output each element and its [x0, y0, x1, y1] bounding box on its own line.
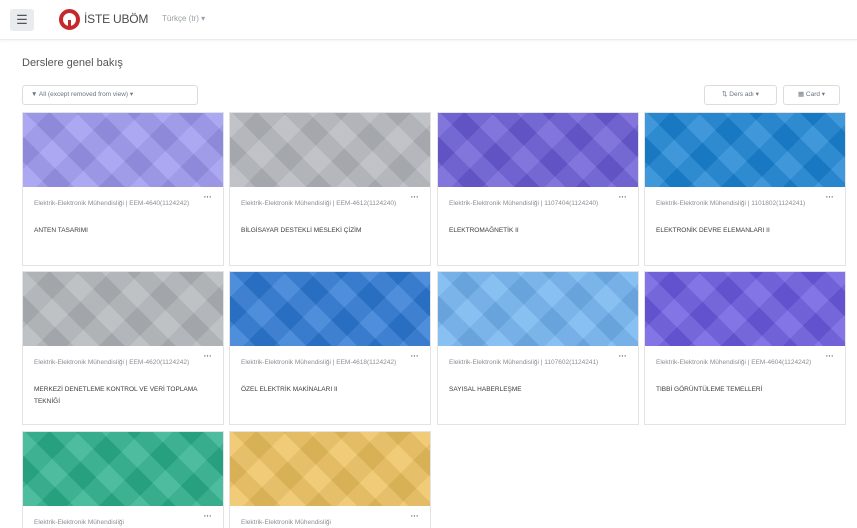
- course-image[interactable]: [230, 113, 430, 187]
- course-image[interactable]: [23, 432, 223, 506]
- course-image[interactable]: [438, 272, 638, 346]
- course-actions-menu[interactable]: ···: [203, 191, 212, 203]
- course-card[interactable]: Elektrik-Elektronik Mühendisliği ···: [229, 431, 431, 528]
- course-name-link[interactable]: MERKEZİ DENETLEME KONTROL VE VERİ TOPLAM…: [34, 384, 204, 408]
- course-name-link[interactable]: SAYISAL HABERLEŞME: [449, 384, 619, 396]
- course-image[interactable]: [645, 113, 845, 187]
- course-image[interactable]: [438, 113, 638, 187]
- course-category: Elektrik-Elektronik Mühendisliği | EEM-4…: [34, 359, 190, 366]
- site-name[interactable]: İSTE UBÖM: [84, 12, 148, 26]
- language-dropdown[interactable]: Türkçe (tr) ▾: [162, 14, 205, 23]
- course-image[interactable]: [645, 272, 845, 346]
- course-card[interactable]: Elektrik-Elektronik Mühendisliği | EEM-4…: [229, 112, 431, 266]
- course-actions-menu[interactable]: ···: [825, 191, 834, 203]
- course-category: Elektrik-Elektronik Mühendisliği | 11018…: [656, 200, 806, 207]
- course-actions-menu[interactable]: ···: [203, 350, 212, 362]
- sort-dropdown[interactable]: ⇅ Ders adı ▾: [704, 85, 777, 105]
- course-name-link[interactable]: ÖZEL ELEKTRİK MAKİNALARI II: [241, 384, 411, 396]
- course-category: Elektrik-Elektronik Mühendisliği | EEM-4…: [241, 200, 397, 207]
- course-category: Elektrik-Elektronik Mühendisliği | 11074…: [449, 200, 599, 207]
- course-card[interactable]: Elektrik-Elektronik Mühendisliği | 11076…: [437, 271, 639, 425]
- course-card[interactable]: Elektrik-Elektronik Mühendisliği | 11074…: [437, 112, 639, 266]
- course-card[interactable]: Elektrik-Elektronik Mühendisliği | 11018…: [644, 112, 846, 266]
- course-actions-menu[interactable]: ···: [203, 510, 212, 522]
- course-image[interactable]: [23, 272, 223, 346]
- course-name-link[interactable]: ELEKTROMAĞNETİK II: [449, 225, 619, 237]
- menu-icon[interactable]: ☰: [10, 9, 34, 31]
- course-filter-dropdown[interactable]: ▼ All (except removed from view) ▾: [22, 85, 198, 105]
- view-mode-dropdown[interactable]: ▦ Card ▾: [783, 85, 840, 105]
- course-actions-menu[interactable]: ···: [618, 191, 627, 203]
- course-actions-menu[interactable]: ···: [410, 191, 419, 203]
- page-title: Derslere genel bakış: [22, 57, 123, 69]
- course-actions-menu[interactable]: ···: [618, 350, 627, 362]
- course-card[interactable]: Elektrik-Elektronik Mühendisliği | EEM-4…: [22, 271, 224, 425]
- course-card[interactable]: Elektrik-Elektronik Mühendisliği ···: [22, 431, 224, 528]
- course-name-link[interactable]: ELEKTRONİK DEVRE ELEMANLARI II: [656, 225, 826, 237]
- course-card[interactable]: Elektrik-Elektronik Mühendisliği | EEM-4…: [229, 271, 431, 425]
- course-card[interactable]: Elektrik-Elektronik Mühendisliği | EEM-4…: [644, 271, 846, 425]
- course-category: Elektrik-Elektronik Mühendisliği: [34, 519, 124, 526]
- course-category: Elektrik-Elektronik Mühendisliği | EEM-4…: [241, 359, 397, 366]
- course-category: Elektrik-Elektronik Mühendisliği: [241, 519, 331, 526]
- course-name-link[interactable]: ANTEN TASARIMI: [34, 225, 204, 237]
- course-category: Elektrik-Elektronik Mühendisliği | EEM-4…: [34, 200, 190, 207]
- course-actions-menu[interactable]: ···: [825, 350, 834, 362]
- course-name-link[interactable]: TIBBİ GÖRÜNTÜLEME TEMELLERİ: [656, 384, 826, 396]
- course-actions-menu[interactable]: ···: [410, 350, 419, 362]
- course-actions-menu[interactable]: ···: [410, 510, 419, 522]
- course-name-link[interactable]: BİLGİSAYAR DESTEKLİ MESLEKİ ÇİZİM: [241, 225, 411, 237]
- course-image[interactable]: [230, 272, 430, 346]
- site-logo-icon[interactable]: [59, 9, 80, 30]
- course-image[interactable]: [230, 432, 430, 506]
- course-category: Elektrik-Elektronik Mühendisliği | EEM-4…: [656, 359, 812, 366]
- course-category: Elektrik-Elektronik Mühendisliği | 11076…: [449, 359, 599, 366]
- course-image[interactable]: [23, 113, 223, 187]
- navbar: ☰ İSTE UBÖM Türkçe (tr) ▾: [0, 0, 857, 40]
- course-card[interactable]: Elektrik-Elektronik Mühendisliği | EEM-4…: [22, 112, 224, 266]
